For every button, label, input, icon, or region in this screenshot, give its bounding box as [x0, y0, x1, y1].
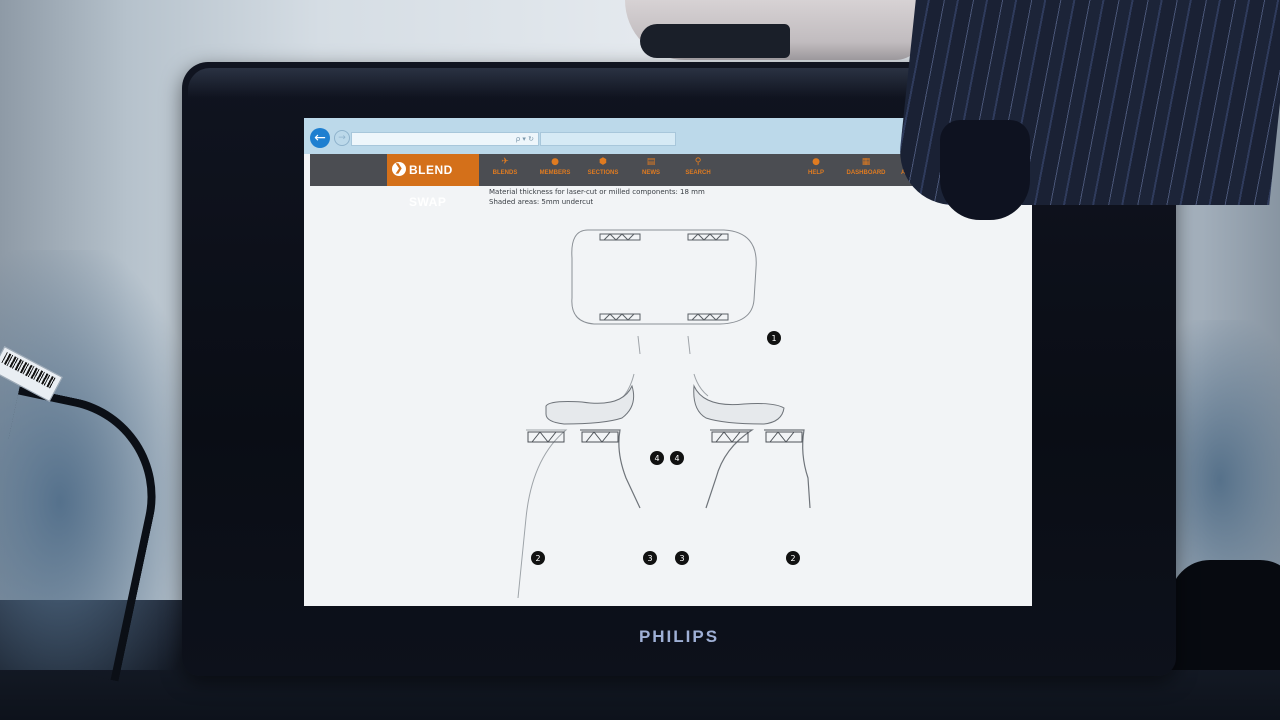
part-number: 3: [647, 554, 652, 563]
chair-seat-outline: [571, 229, 757, 325]
part-number: 1: [771, 334, 776, 343]
part-badge-3b: 3: [675, 551, 689, 565]
leg-left-outer: [517, 429, 568, 599]
side-rail-left: [545, 384, 635, 425]
side-rail-right: [693, 384, 785, 425]
leg-joint-pattern: [527, 431, 803, 443]
part-badge-4a: 4: [650, 451, 664, 465]
part-number: 2: [535, 554, 540, 563]
part-number: 4: [654, 454, 659, 463]
part-badge-3a: 3: [643, 551, 657, 565]
part-number: 4: [674, 454, 679, 463]
desk-object: [1170, 560, 1280, 670]
part-number: 3: [679, 554, 684, 563]
part-number: 2: [790, 554, 795, 563]
seat-joint-pattern: [599, 233, 729, 321]
part-badge-2a: 2: [531, 551, 545, 565]
hand-shadow: [940, 120, 1030, 220]
part-badge-4b: 4: [670, 451, 684, 465]
part-badge-1: 1: [767, 331, 781, 345]
hand-finger-shadow: [640, 24, 790, 58]
part-badge-2b: 2: [786, 551, 800, 565]
monitor-brand-logo: PHILIPS: [638, 627, 720, 646]
